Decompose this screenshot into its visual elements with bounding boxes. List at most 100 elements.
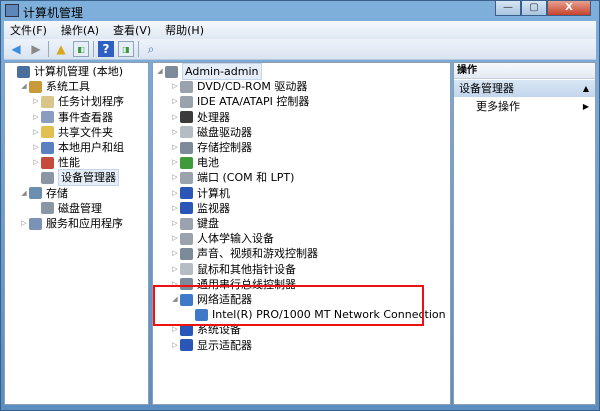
expand-arrow-icon[interactable]: ▷ [170,262,180,277]
tree-item[interactable]: ◢ Admin-admin [155,63,262,80]
ide-icon [180,95,193,108]
expand-arrow-icon[interactable]: ▷ [170,277,180,292]
expand-arrow-icon[interactable]: ▷ [170,155,180,170]
expand-arrow-icon[interactable]: ▷ [170,140,180,155]
tree-item[interactable]: ▷ 磁盘驱动器 [170,125,252,140]
maximize-button[interactable]: ▢ [521,1,547,16]
expand-arrow-icon[interactable]: ▷ [170,125,180,140]
expand-arrow-icon[interactable]: ▷ [170,231,180,246]
expand-arrow-icon[interactable]: ▷ [170,338,180,353]
device-tree: ◢ Admin-admin ▷ DVD/CD-ROM 驱动器 ▷ IDE ATA/ATAP… [152,62,451,405]
tree-item[interactable]: ◢ 存储 [19,186,68,201]
tree-item[interactable]: ◢ 系统工具 [19,79,90,94]
tree-item[interactable]: ▷ 端口 (COM 和 LPT) [170,170,294,185]
expand-arrow-icon[interactable]: ◢ [19,79,29,94]
minimize-button[interactable]: — [495,1,521,16]
menu-bar: 文件(F) 操作(A) 查看(V) 帮助(H) [4,21,596,39]
scan-hardware-icon[interactable]: ⌕ [143,41,159,57]
tree-item[interactable]: ▷ 系统设备 [170,322,241,337]
more-actions[interactable]: 更多操作 [476,99,520,115]
menu-view[interactable]: 查看(V) [113,22,151,38]
tree-item-label: 事件查看器 [58,110,113,124]
tree-item[interactable]: Intel(R) PRO/1000 MT Network Connection [185,307,446,322]
menu-file[interactable]: 文件(F) [10,22,47,38]
mouse-icon [180,263,193,276]
menu-help[interactable]: 帮助(H) [165,22,204,38]
expand-arrow-icon[interactable]: ◢ [19,186,29,201]
tree-item[interactable]: ▷ 存储控制器 [170,140,252,155]
expand-arrow-icon[interactable]: ▷ [31,140,41,155]
tree-item[interactable]: 计算机管理 (本地) [7,64,123,79]
tree-item[interactable]: ▷ 人体学输入设备 [170,231,274,246]
tree-item[interactable]: ▷ 声音、视频和游戏控制器 [170,246,318,261]
tree-item[interactable]: ▷ 本地用户和组 [31,140,124,155]
actions-header: 操作 [454,63,595,79]
tree-item[interactable]: ▷ 服务和应用程序 [19,216,123,231]
tree-item-label: 共享文件夹 [58,125,113,139]
toolbar: ◀ ▶ ▲ ◧ ? ◨ ⌕ [4,39,596,60]
tree-item-label: 监视器 [197,201,230,215]
clock-icon [41,95,54,108]
tree-item[interactable]: ▷ 共享文件夹 [31,125,113,140]
tree-item-label: 服务和应用程序 [46,217,123,230]
expand-arrow-icon[interactable]: ◢ [155,64,165,79]
disk-drive-icon [180,126,193,139]
tree-item[interactable]: ▷ 任务计划程序 [31,94,124,109]
services-icon [29,217,42,230]
expand-arrow-icon[interactable]: ▷ [170,216,180,231]
tree-item-label: 键盘 [197,217,219,230]
expand-arrow-icon[interactable]: ▷ [170,110,180,125]
tree-item[interactable]: ▷ 通用串行总线控制器 [170,277,296,292]
tree-item[interactable]: ▷ 显示适配器 [170,338,252,353]
sound-icon [180,247,193,260]
forward-icon[interactable]: ▶ [28,41,44,57]
tree-item[interactable]: ▷ 键盘 [170,216,219,231]
show-hide-tree-icon[interactable]: ◧ [73,41,89,57]
tree-item[interactable]: ▷ 鼠标和其他指针设备 [170,262,296,277]
tree-item-label: 声音、视频和游戏控制器 [197,247,318,261]
tree-item[interactable]: ▷ 计算机 [170,186,230,201]
expand-arrow-icon[interactable]: ▷ [170,186,180,201]
show-hide-action-pane-icon[interactable]: ◨ [118,41,134,57]
menu-action[interactable]: 操作(A) [61,22,99,38]
expand-arrow-icon[interactable]: ▷ [170,201,180,216]
help-icon[interactable]: ? [98,41,114,57]
tree-item[interactable]: ▷ 电池 [170,155,219,170]
expand-arrow-icon[interactable]: ▷ [170,322,180,337]
expand-arrow-icon[interactable]: ▷ [31,155,41,170]
expand-arrow-icon[interactable]: ▷ [170,79,180,94]
expand-arrow-icon[interactable]: ▷ [31,125,41,140]
back-icon[interactable]: ◀ [8,41,24,57]
tree-item-label: 计算机管理 (本地) [34,65,124,78]
expand-arrow-icon[interactable]: ◢ [170,292,180,307]
display-adapter-icon [180,339,193,352]
tree-item-label: 电池 [197,156,219,170]
device-manager-icon [41,171,54,184]
tree-item[interactable]: ▷ IDE ATA/ATAPI 控制器 [170,94,309,109]
hid-icon [180,232,193,245]
tools-icon [29,80,42,93]
tree-item-label: 处理器 [197,110,230,124]
expand-arrow-icon[interactable]: ▷ [31,94,41,109]
tree-item[interactable]: 设备管理器 [31,169,119,187]
tree-item[interactable]: ▷ 处理器 [170,110,230,125]
expand-arrow-icon[interactable]: ▷ [19,216,29,231]
close-button[interactable]: X [547,1,591,16]
shared-folder-icon [41,126,54,139]
tree-item[interactable]: ◢ 网络适配器 [170,292,252,307]
expand-arrow-icon[interactable]: ▷ [31,110,41,125]
tree-item-label: 设备管理器 [58,169,119,187]
up-folder-icon[interactable]: ▲ [53,41,69,57]
tree-item[interactable]: 磁盘管理 [31,201,102,216]
tree-item[interactable]: ▷ DVD/CD-ROM 驱动器 [170,79,307,94]
tree-item-label: 任务计划程序 [58,95,124,109]
computer-management-icon [17,65,30,78]
expand-arrow-icon[interactable]: ▷ [170,170,180,185]
tree-item[interactable]: ▷ 事件查看器 [31,110,113,125]
tree-item[interactable]: ▷ 性能 [31,155,80,170]
tree-item[interactable]: ▷ 监视器 [170,201,230,216]
event-viewer-icon [41,111,54,124]
expand-arrow-icon[interactable]: ▷ [170,246,180,261]
actions-section-device-manager[interactable]: 设备管理器 ▲ [454,80,595,97]
expand-arrow-icon[interactable]: ▷ [170,94,180,109]
